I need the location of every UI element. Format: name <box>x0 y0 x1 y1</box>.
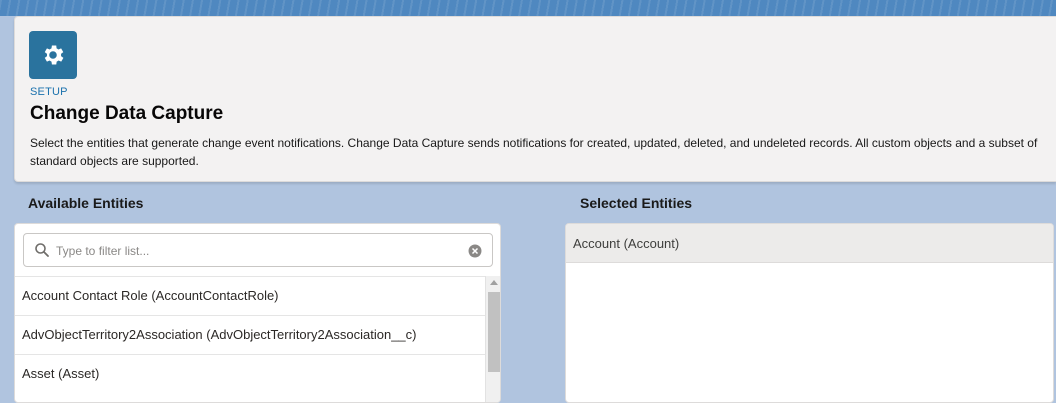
breadcrumb[interactable]: SETUP <box>30 86 68 98</box>
scroll-up-arrow-icon[interactable] <box>490 280 498 285</box>
available-entities-panel: Account Contact Role (AccountContactRole… <box>14 223 501 403</box>
setup-gear-icon <box>29 31 77 79</box>
gear-icon <box>44 45 64 65</box>
filter-input[interactable] <box>54 240 458 262</box>
list-item[interactable]: Account (Account) <box>566 224 1053 263</box>
filter-box <box>23 233 493 267</box>
list-item[interactable]: Account Contact Role (AccountContactRole… <box>15 276 485 315</box>
scroll-thumb[interactable] <box>488 292 500 372</box>
clear-icon[interactable] <box>468 244 482 258</box>
top-banner <box>0 0 1056 16</box>
page-header: SETUP Change Data Capture Select the ent… <box>14 16 1056 182</box>
selected-entities-title: Selected Entities <box>580 195 693 211</box>
list-scrollbar[interactable] <box>485 276 500 402</box>
list-item[interactable]: Asset (Asset) <box>15 354 485 393</box>
list-item[interactable]: AdvObjectTerritory2Association (AdvObjec… <box>15 315 485 354</box>
page-title: Change Data Capture <box>30 103 224 124</box>
search-icon <box>35 243 49 257</box>
available-entities-list: Account Contact Role (AccountContactRole… <box>15 276 485 393</box>
page-description: Select the entities that generate change… <box>30 136 1038 168</box>
selected-entities-panel: Account (Account) <box>565 223 1054 403</box>
available-entities-title: Available Entities <box>28 195 144 211</box>
